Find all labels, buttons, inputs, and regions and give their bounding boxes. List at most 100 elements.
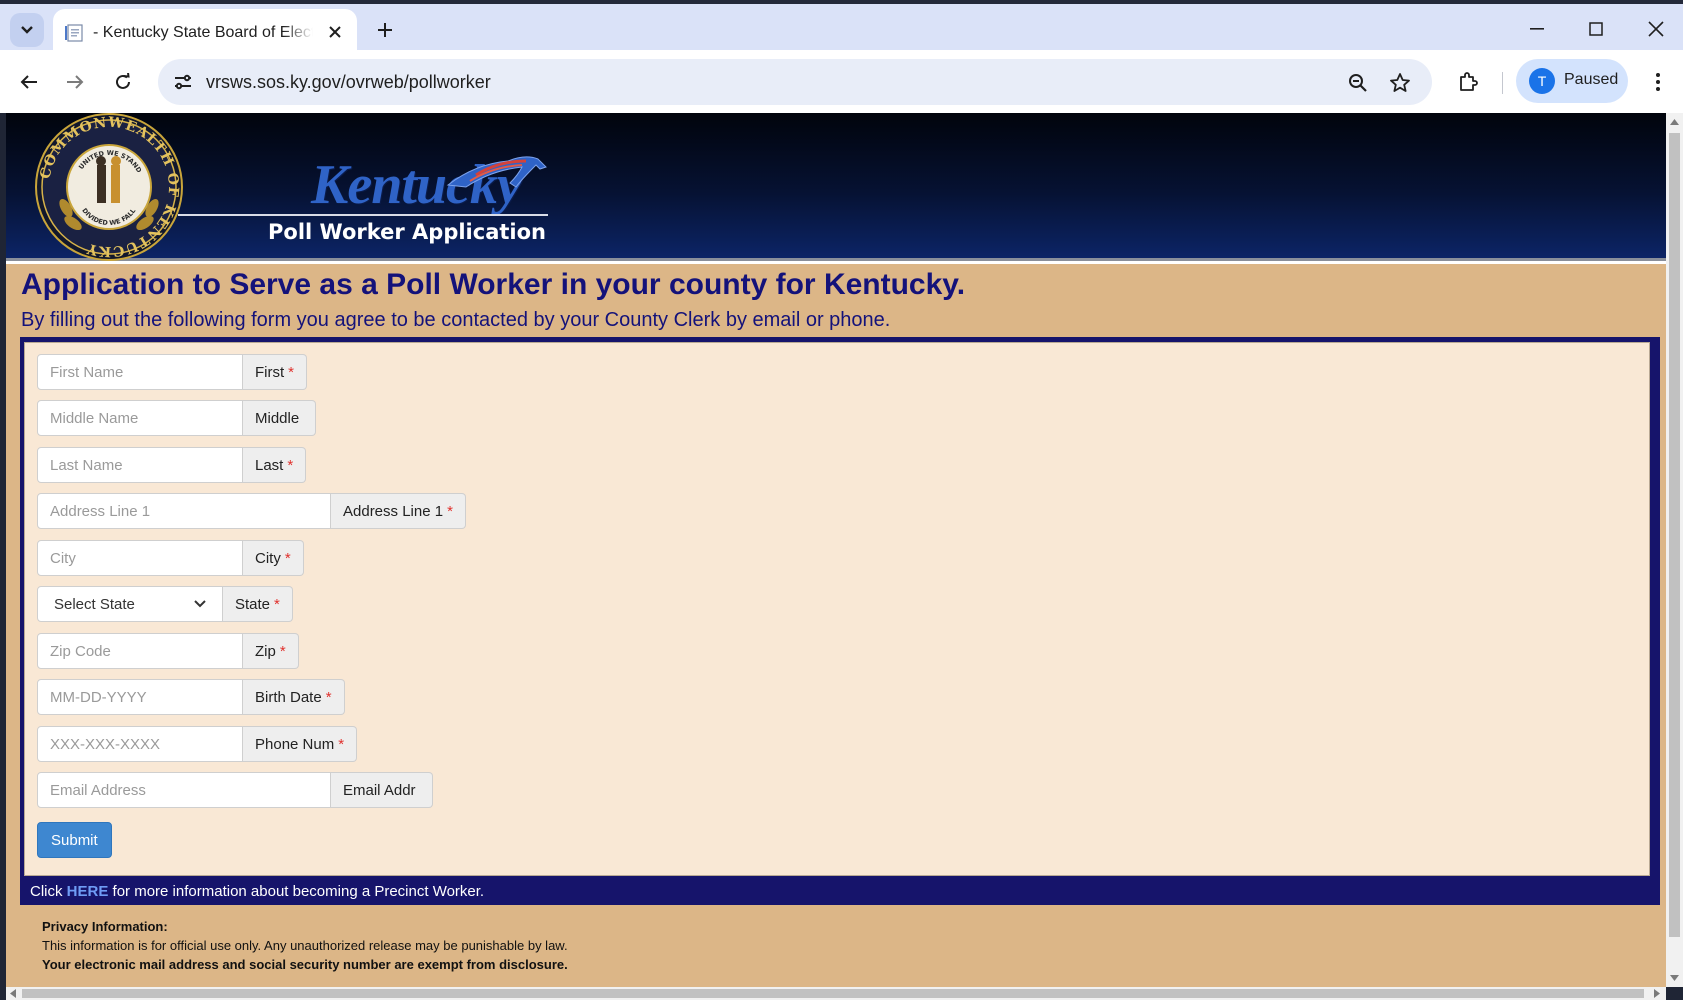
poll-worker-form: First Name First * Middle Name Middle Las… [24,342,1650,876]
page-subtitle: By filling out the following form you ag… [21,309,891,331]
state-select[interactable]: Select State [37,586,223,622]
city-row: City City * [37,540,304,576]
maximize-icon [1589,22,1603,36]
maximize-button[interactable] [1578,14,1614,44]
minimize-icon [1530,28,1544,30]
required-marker: * [325,688,332,706]
vertical-scroll-thumb[interactable] [1669,133,1680,937]
arrow-right-icon [67,75,84,89]
first-name-row: First Name First * [37,354,308,390]
address-line1-input[interactable]: Address Line 1 [37,493,331,529]
page-title: Application to Serve as a Poll Worker in… [21,268,966,301]
url-text[interactable]: vrsws.sos.ky.gov/ovrweb/pollworker [206,72,491,93]
tab-close-button[interactable] [323,20,347,44]
close-icon [329,26,341,38]
middle-name-row: Middle Name Middle [37,400,317,436]
precinct-info-text: Click HERE for more information about be… [30,883,485,900]
forward-button[interactable] [59,66,91,98]
tab-strip: - Kentucky State Board of Electi [0,0,1683,55]
brand-divider [178,214,548,216]
email-label: Email Addr [331,772,433,808]
page-favicon-icon [65,24,83,42]
browser-tab[interactable]: - Kentucky State Board of Electi [53,9,357,55]
city-label: City * [243,540,304,576]
privacy-notice: Privacy Information: This information is… [42,917,568,974]
more-vert-icon [1656,73,1660,91]
page-viewport: COMMONWEALTH OF KENTUCKY UNITED WE STAND… [6,113,1666,987]
plus-icon [378,23,392,37]
profile-button[interactable]: T Paused [1516,59,1628,103]
close-window-button[interactable] [1638,14,1674,44]
zip-code-input[interactable]: Zip Code [37,633,243,669]
star-icon [1390,73,1410,92]
address-row: Address Line 1 Address Line 1 * [37,493,466,529]
zip-row: Zip Code Zip * [37,633,299,669]
scroll-up-icon[interactable] [1670,119,1679,125]
middle-name-input[interactable]: Middle Name [37,400,243,436]
tab-title: - Kentucky State Board of Electi [93,24,313,42]
submit-button[interactable]: Submit [37,822,112,858]
email-input[interactable]: Email Address [37,772,331,808]
privacy-line-2: Your electronic mail address and social … [42,957,568,972]
horse-head-icon [446,156,547,188]
required-marker: * [338,735,345,753]
first-name-label: First * [243,354,308,390]
required-marker: * [447,502,453,520]
tab-search-button[interactable] [10,13,44,47]
last-name-row: Last Name Last * [37,447,307,483]
here-link[interactable]: HERE [67,883,109,900]
profile-status: Paused [1564,71,1619,88]
email-row: Email Address Email Addr [37,772,433,808]
scroll-down-icon[interactable] [1670,975,1679,981]
zoom-out-icon [1349,74,1367,92]
kentucky-seal-logo: COMMONWEALTH OF KENTUCKY UNITED WE STAND… [35,113,183,261]
back-button[interactable] [13,66,45,98]
extensions-button[interactable] [1452,66,1484,98]
birth-date-row: MM-DD-YYYY Birth Date * [37,679,345,715]
tune-icon [175,74,191,90]
horizontal-scrollbar[interactable] [6,987,1666,1000]
privacy-line-1: This information is for official use onl… [42,938,568,953]
puzzle-icon [1460,72,1478,91]
state-label: State * [223,586,293,622]
privacy-title: Privacy Information: [42,919,168,934]
required-marker: * [288,363,295,381]
phone-label: Phone Num * [243,726,358,762]
middle-name-label: Middle [243,400,317,436]
browser-menu-button[interactable] [1643,66,1673,98]
birth-date-label: Birth Date * [243,679,345,715]
birth-date-input[interactable]: MM-DD-YYYY [37,679,243,715]
minimize-button[interactable] [1519,14,1555,44]
last-name-input[interactable]: Last Name [37,447,243,483]
scroll-right-icon[interactable] [1654,989,1660,998]
form-frame: First Name First * Middle Name Middle Las… [20,337,1660,905]
reload-button[interactable] [107,66,139,98]
arrow-left-icon [20,75,37,89]
address-bar[interactable]: vrsws.sos.ky.gov/ovrweb/pollworker [158,59,1432,105]
zip-label: Zip * [243,633,299,669]
address-line1-label: Address Line 1 * [331,493,466,529]
horizontal-scroll-thumb[interactable] [22,989,1644,998]
vertical-scrollbar[interactable] [1666,113,1683,987]
required-marker: * [279,642,286,660]
chevron-down-icon [21,26,33,34]
close-icon [1648,21,1664,37]
scroll-left-icon[interactable] [10,989,16,998]
zoom-button[interactable] [1344,69,1372,97]
site-info-button[interactable] [168,68,198,96]
bookmark-button[interactable] [1386,69,1414,97]
reload-icon [116,73,130,89]
city-input[interactable]: City [37,540,243,576]
last-name-label: Last * [243,447,307,483]
browser-toolbar: vrsws.sos.ky.gov/ovrweb/pollworker T Pau… [0,50,1683,113]
phone-input[interactable]: XXX-XXX-XXXX [37,726,243,762]
avatar: T [1529,68,1555,94]
new-tab-button[interactable] [371,16,399,44]
phone-row: XXX-XXX-XXXX Phone Num * [37,726,358,762]
state-select-value: Select State [54,595,135,613]
header-banner: COMMONWEALTH OF KENTUCKY UNITED WE STAND… [6,113,1666,261]
first-name-input[interactable]: First Name [37,354,243,390]
application-content: Application to Serve as a Poll Worker in… [6,264,1666,987]
chevron-down-icon [194,600,206,608]
state-row: Select State State * [37,586,293,622]
